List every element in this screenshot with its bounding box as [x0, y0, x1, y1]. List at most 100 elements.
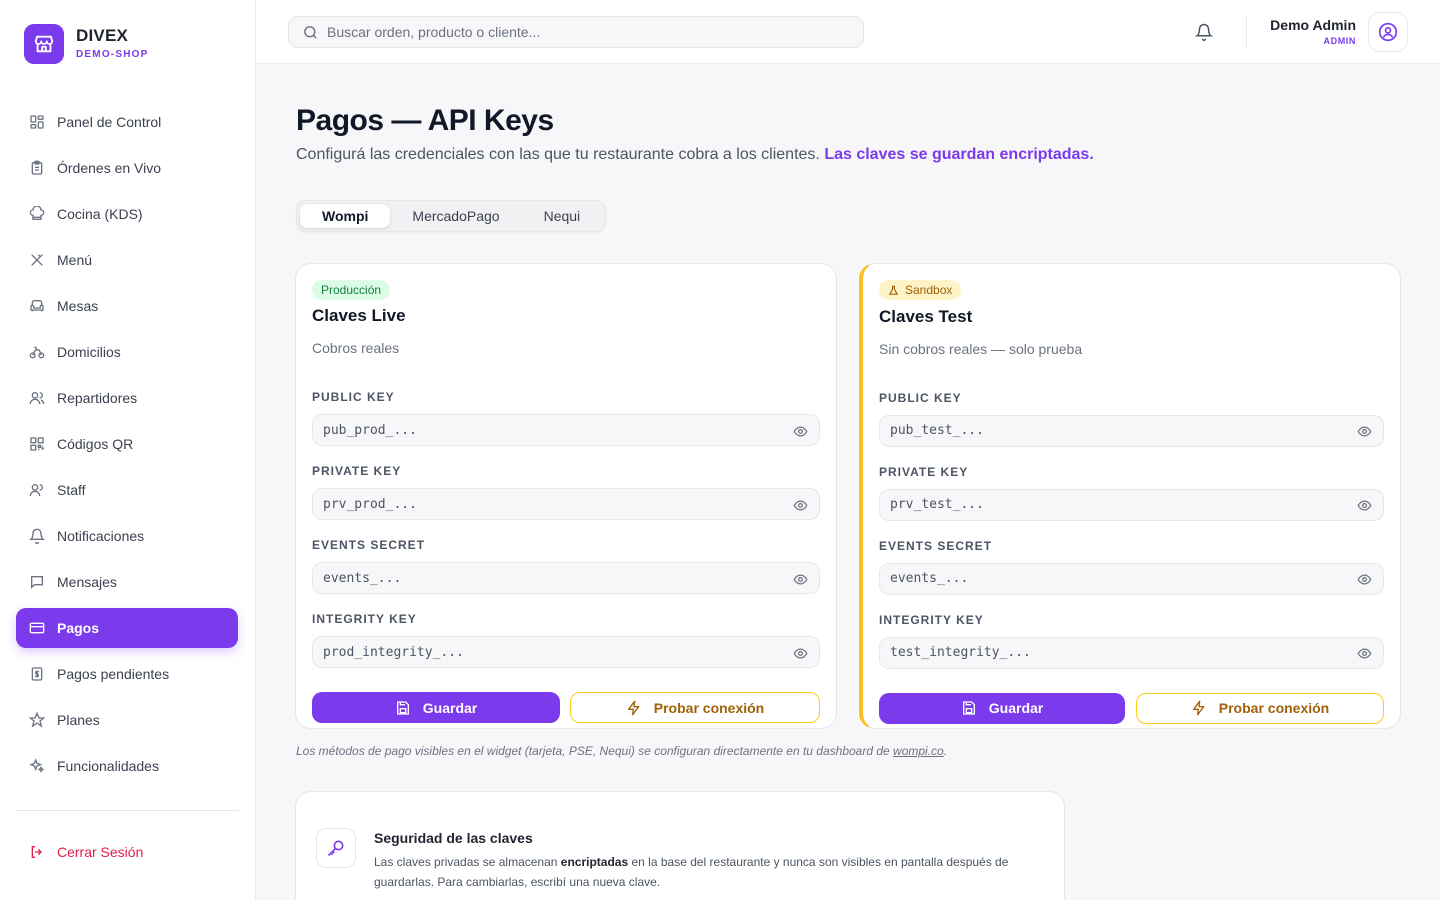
live-public-key-input[interactable]: [323, 422, 763, 438]
test-connection-button[interactable]: Probar conexión: [570, 692, 820, 723]
armchair-icon: [28, 297, 46, 315]
sidebar-item-panel-de-control[interactable]: Panel de Control: [16, 102, 238, 142]
brand[interactable]: DIVEX DEMO-SHOP: [24, 24, 148, 64]
security-text-bold: encriptadas: [560, 855, 629, 869]
store-icon: [24, 24, 64, 64]
card-title: Claves Test: [879, 306, 973, 326]
production-badge: Producción: [312, 280, 391, 300]
security-text: Las claves privadas se almacenan encript…: [374, 852, 1044, 892]
card-subtitle: Cobros reales: [312, 340, 400, 356]
field-label: PUBLIC KEY: [879, 390, 962, 405]
brand-name: DIVEX: [76, 26, 129, 45]
field-label: PUBLIC KEY: [312, 390, 395, 404]
sandbox-badge-label: Sandbox: [905, 283, 953, 297]
test-connection-label: Probar conexión: [1218, 700, 1330, 716]
search-bar[interactable]: [288, 16, 864, 48]
logout-label: Cerrar Sesión: [57, 844, 144, 860]
page-description-text: Configurá las credenciales con las que t…: [296, 146, 820, 163]
dashboard-icon: [28, 113, 46, 131]
card-title: Claves Live: [312, 306, 406, 325]
live-private-key-input[interactable]: [323, 496, 763, 512]
eye-icon[interactable]: [1355, 423, 1373, 441]
sidebar-item-pagos[interactable]: Pagos: [16, 608, 238, 648]
test-events-secret-input[interactable]: [890, 571, 1330, 586]
page-title: Pagos — API Keys: [296, 104, 554, 137]
clipboard-icon: [28, 159, 46, 177]
field-label: INTEGRITY KEY: [879, 612, 984, 627]
bike-icon: [28, 343, 46, 361]
key-icon: [316, 828, 356, 868]
test-public-key-input[interactable]: [890, 423, 1330, 438]
star-icon: [28, 711, 46, 729]
logout-button[interactable]: Cerrar Sesión: [16, 832, 238, 872]
brand-subtitle: DEMO-SHOP: [76, 49, 149, 60]
sidebar-item-notificaciones[interactable]: Notificaciones: [16, 516, 238, 556]
eye-icon[interactable]: [791, 644, 809, 662]
public-key-field: [879, 414, 1384, 447]
field-label: PRIVATE KEY: [312, 464, 402, 478]
user-info[interactable]: Demo Admin ADMIN: [1270, 16, 1356, 48]
sparkles-icon: [28, 757, 46, 775]
eye-icon[interactable]: [791, 496, 809, 514]
sidebar-item-codigos-qr[interactable]: Códigos QR: [16, 424, 238, 464]
field-label: EVENTS SECRET: [312, 538, 426, 552]
security-text-a: Las claves privadas se almacenan: [374, 855, 558, 869]
private-key-field: [312, 488, 820, 520]
sidebar-item-label: Notificaciones: [57, 528, 145, 544]
sidebar-item-mensajes[interactable]: Mensajes: [16, 562, 238, 602]
test-connection-button[interactable]: Probar conexión: [1136, 692, 1384, 724]
search-input[interactable]: [327, 24, 847, 40]
test-private-key-input[interactable]: [890, 497, 1330, 512]
logout-icon: [28, 843, 46, 861]
test-integrity-key-input[interactable]: [890, 645, 1330, 660]
lightning-icon: [626, 700, 642, 716]
tab-wompi[interactable]: Wompi: [300, 204, 391, 228]
wompi-link[interactable]: wompi.co: [893, 744, 944, 758]
sidebar-item-repartidores[interactable]: Repartidores: [16, 378, 238, 418]
tab-nequi[interactable]: Nequi: [522, 204, 603, 228]
eye-icon[interactable]: [1355, 571, 1373, 589]
events-secret-field: [312, 562, 820, 594]
field-label: PRIVATE KEY: [879, 464, 969, 479]
sidebar-item-staff[interactable]: Staff: [16, 470, 238, 510]
qr-code-icon: [28, 435, 46, 453]
footnote: Los métodos de pago visibles en el widge…: [296, 744, 947, 758]
message-icon: [28, 573, 46, 591]
sidebar-divider: [16, 810, 239, 811]
sidebar-item-cocina[interactable]: Cocina (KDS): [16, 194, 238, 234]
live-events-secret-input[interactable]: [323, 570, 763, 586]
sidebar-item-funcionalidades[interactable]: Funcionalidades: [16, 746, 238, 786]
integrity-key-field: [312, 636, 820, 668]
sidebar-item-label: Pagos: [57, 620, 100, 636]
save-label: Guardar: [422, 699, 478, 716]
sidebar-item-menu[interactable]: Menú: [16, 240, 238, 280]
sidebar-item-label: Órdenes en Vivo: [57, 160, 162, 176]
eye-icon[interactable]: [1355, 645, 1373, 663]
provider-tabs: Wompi MercadoPago Nequi: [296, 200, 607, 232]
sidebar-item-label: Staff: [57, 482, 86, 498]
user-group-icon: [28, 481, 46, 499]
live-integrity-key-input[interactable]: [323, 644, 763, 660]
eye-icon[interactable]: [1355, 497, 1373, 515]
save-button[interactable]: Guardar: [312, 692, 560, 723]
sidebar-item-label: Funcionalidades: [57, 758, 159, 774]
notifications-bell-icon[interactable]: [1192, 20, 1216, 44]
sidebar-item-ordenes-en-vivo[interactable]: Órdenes en Vivo: [16, 148, 238, 188]
sidebar-item-planes[interactable]: Planes: [16, 700, 238, 740]
eye-icon[interactable]: [791, 422, 809, 440]
field-label: EVENTS SECRET: [879, 538, 993, 553]
footnote-end: .: [943, 744, 948, 758]
save-button[interactable]: Guardar: [879, 692, 1125, 724]
eye-icon[interactable]: [791, 570, 809, 588]
field-label: INTEGRITY KEY: [312, 612, 417, 626]
integrity-key-field: [879, 636, 1384, 669]
sidebar-item-mesas[interactable]: Mesas: [16, 286, 238, 326]
security-title: Seguridad de las claves: [374, 830, 533, 846]
sidebar-item-pagos-pendientes[interactable]: Pagos pendientes: [16, 654, 238, 694]
test-connection-label: Probar conexión: [653, 699, 765, 716]
footnote-text: Los métodos de pago visibles en el widge…: [296, 744, 890, 758]
tab-mercadopago[interactable]: MercadoPago: [390, 204, 521, 228]
sidebar-item-domicilios[interactable]: Domicilios: [16, 332, 238, 372]
users-icon: [28, 389, 46, 407]
avatar[interactable]: [1368, 12, 1408, 52]
